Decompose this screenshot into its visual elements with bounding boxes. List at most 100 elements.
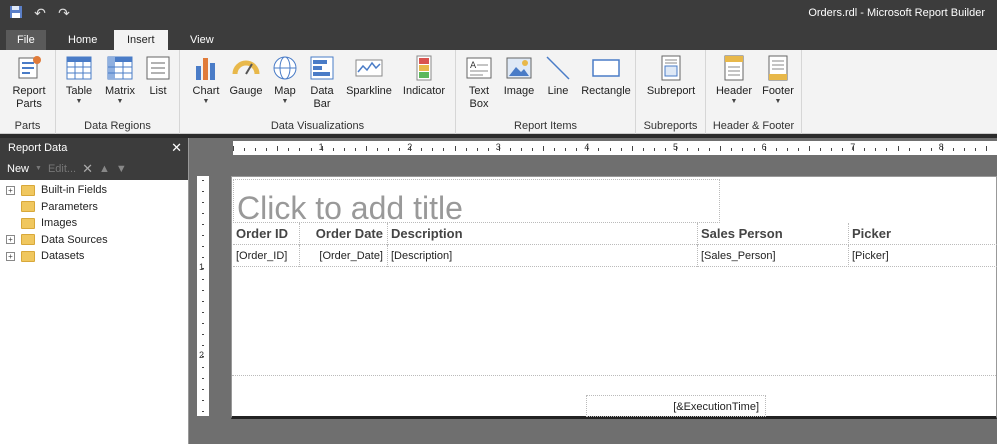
tree-item-data-sources[interactable]: + Data Sources: [0, 232, 188, 249]
report-table[interactable]: Order ID Order Date Description Sales Pe…: [233, 223, 997, 267]
list-button[interactable]: List: [144, 54, 172, 98]
line-label: Line: [547, 85, 569, 97]
chevron-down-icon[interactable]: ▼: [35, 158, 42, 180]
redo-icon[interactable]: ↷: [56, 5, 72, 21]
tree-item-built-in-fields[interactable]: + Built-in Fields: [0, 182, 188, 199]
ruler-tick: [202, 191, 204, 192]
save-icon[interactable]: [8, 5, 24, 21]
ruler-number: 3: [495, 142, 501, 152]
map-label: Map: [274, 85, 296, 97]
new-button[interactable]: New: [7, 158, 29, 180]
ruler-tick: [233, 146, 234, 151]
ruler-tick: [720, 146, 722, 151]
move-down-icon[interactable]: ▼: [116, 158, 127, 180]
ruler-tick: [202, 367, 204, 368]
header-cell-picker[interactable]: Picker: [849, 223, 997, 245]
tree-item-datasets[interactable]: + Datasets: [0, 248, 188, 265]
data-bar-button[interactable]: Data Bar: [306, 54, 338, 111]
execution-time-textbox[interactable]: [&ExecutionTime]: [586, 395, 766, 417]
line-button[interactable]: Line: [544, 54, 572, 98]
matrix-button[interactable]: Matrix ▼: [100, 54, 140, 106]
ribbon-group-data-visualizations: Chart ▼ Gauge Map ▼ Data Bar Sparkline I…: [180, 50, 456, 134]
subreport-button[interactable]: Subreport: [644, 54, 698, 98]
tree-item-label: Parameters: [41, 200, 98, 213]
matrix-icon: [106, 54, 134, 82]
design-canvas[interactable]: 12345678 12 Click to add title Order ID …: [189, 138, 997, 444]
chevron-down-icon: ▼: [281, 98, 289, 105]
move-up-icon[interactable]: ▲: [99, 158, 110, 180]
ruler-tick: [277, 146, 279, 151]
group-label-data-visualizations: Data Visualizations: [270, 120, 365, 132]
ruler-tick: [299, 148, 301, 151]
report-parts-button[interactable]: Report Parts: [10, 54, 48, 111]
footer-button[interactable]: Footer ▼: [758, 54, 798, 106]
ruler-tick: [543, 146, 545, 151]
ruler-tick: [388, 148, 390, 151]
indicator-button[interactable]: Indicator: [400, 54, 448, 98]
image-button[interactable]: Image: [502, 54, 536, 98]
tree-item-images[interactable]: Images: [0, 215, 188, 232]
list-icon: [144, 54, 172, 82]
tree-item-parameters[interactable]: Parameters: [0, 199, 188, 216]
cell-description[interactable]: [Description]: [388, 245, 698, 267]
ruler-tick: [288, 148, 290, 151]
data-bar-label-1: Data: [310, 85, 334, 97]
header-cell-order-date[interactable]: Order Date: [300, 223, 388, 245]
gauge-button[interactable]: Gauge: [228, 54, 264, 98]
map-button[interactable]: Map ▼: [270, 54, 300, 106]
chart-button[interactable]: Chart ▼: [190, 54, 222, 106]
tab-insert[interactable]: Insert: [114, 30, 168, 50]
matrix-label: Matrix: [105, 85, 135, 97]
header-cell-order-id[interactable]: Order ID: [233, 223, 300, 245]
edit-button[interactable]: Edit...: [48, 158, 76, 180]
ruler-tick: [244, 148, 246, 151]
tab-file[interactable]: File: [6, 30, 46, 50]
cell-order-id[interactable]: [Order_ID]: [233, 245, 300, 267]
undo-icon[interactable]: ↶: [32, 5, 48, 21]
cell-sales-person[interactable]: [Sales_Person]: [698, 245, 849, 267]
ruler-tick: [266, 148, 268, 151]
ruler-tick: [831, 148, 833, 151]
delete-icon[interactable]: ✕: [82, 158, 93, 180]
ruler-tick: [202, 235, 204, 236]
ruler-tick: [897, 146, 899, 151]
header-button[interactable]: Header ▼: [714, 54, 754, 106]
close-icon[interactable]: ✕: [171, 138, 182, 158]
rectangle-icon: [592, 54, 620, 82]
ruler-tick: [609, 148, 611, 151]
title-placeholder: Click to add title: [237, 190, 463, 226]
table-label: Table: [65, 85, 93, 97]
folder-icon: [21, 250, 35, 262]
report-data-panel: Report Data ✕ New ▼ Edit... ✕ ▲ ▼ + Buil…: [0, 138, 189, 444]
image-label: Image: [503, 85, 535, 97]
report-title-textbox[interactable]: Click to add title: [233, 179, 720, 226]
ruler-number: 1: [318, 142, 324, 152]
folder-icon: [21, 184, 35, 196]
header-cell-description[interactable]: Description: [388, 223, 698, 245]
tab-view[interactable]: View: [178, 30, 226, 50]
report-page[interactable]: Click to add title Order ID Order Date D…: [231, 176, 997, 419]
ruler-tick: [202, 246, 204, 247]
expand-icon[interactable]: +: [6, 185, 15, 195]
table-icon: [65, 54, 93, 82]
cell-order-date[interactable]: [Order_Date]: [300, 245, 388, 267]
text-box-button[interactable]: A Text Box: [464, 54, 494, 111]
folder-icon: [21, 234, 35, 246]
ruler-tick: [786, 148, 788, 151]
rectangle-button[interactable]: Rectangle: [580, 54, 632, 98]
footer-icon: [764, 54, 792, 82]
image-icon: [505, 54, 533, 82]
expand-icon[interactable]: +: [6, 251, 15, 261]
header-cell-sales-person[interactable]: Sales Person: [698, 223, 849, 245]
expand-icon[interactable]: +: [6, 235, 15, 245]
ruler-tick: [520, 148, 522, 151]
ruler-tick: [202, 400, 204, 401]
sparkline-button[interactable]: Sparkline: [344, 54, 394, 98]
header-label: Header: [715, 85, 753, 97]
ruler-tick: [687, 148, 689, 151]
table-button[interactable]: Table ▼: [62, 54, 96, 106]
ruler-tick: [620, 148, 622, 151]
cell-picker[interactable]: [Picker]: [849, 245, 997, 267]
ruler-tick: [476, 148, 478, 151]
tab-home[interactable]: Home: [56, 30, 109, 50]
